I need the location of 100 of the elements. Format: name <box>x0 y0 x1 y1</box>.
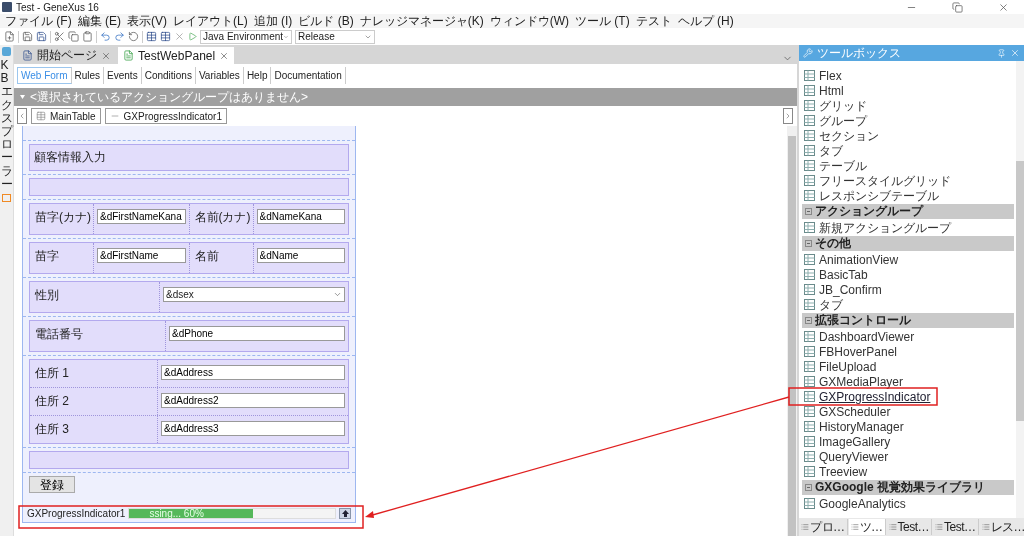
toolbox-item[interactable]: FBHoverPanel <box>802 344 1014 359</box>
scroll-left-button[interactable] <box>17 108 27 124</box>
scroll-right-button[interactable] <box>783 108 793 124</box>
close-icon[interactable] <box>101 50 111 61</box>
toolbox-item[interactable]: JB_Confirm <box>802 282 1014 297</box>
menu-item[interactable]: テスト <box>635 14 672 28</box>
text-field[interactable]: &dAddress3 <box>161 421 345 436</box>
save-icon[interactable] <box>22 31 33 42</box>
control-icon <box>804 406 815 417</box>
panel-icon[interactable] <box>2 193 11 202</box>
submit-button[interactable]: 登録 <box>29 476 75 493</box>
text-field[interactable]: &dAddress <box>161 365 345 380</box>
toolbox-item[interactable]: フリースタイルグリッド <box>802 173 1014 188</box>
menu-item[interactable]: ウィンドウ(W) <box>489 14 569 28</box>
control-icon <box>804 85 815 96</box>
toolbox-item[interactable]: HistoryManager <box>802 419 1014 434</box>
environment-dropdown[interactable]: Java Environment <box>200 29 292 44</box>
menu-item[interactable]: レイアウト(L) <box>173 14 248 28</box>
new-file-icon[interactable] <box>4 31 15 42</box>
toolbox-item[interactable]: GXMediaPlayer <box>802 374 1014 389</box>
toolbox-item[interactable]: BasicTab <box>802 267 1014 282</box>
chevron-right-icon[interactable] <box>784 112 792 120</box>
editor-tab[interactable]: Documentation <box>271 66 346 84</box>
cut-icon[interactable] <box>54 31 65 42</box>
menu-item[interactable]: 表示(V) <box>127 14 167 28</box>
toolbox-section[interactable]: GXGoogle 視覚効果ライブラリ <box>802 480 1014 495</box>
breadcrumb-item[interactable]: MainTable <box>31 108 101 124</box>
field-label: 住所 3 <box>30 416 158 443</box>
control-icon <box>804 361 815 372</box>
toolbox-item[interactable]: グリッド <box>802 98 1014 113</box>
toolbox-item[interactable]: グループ <box>802 113 1014 128</box>
dropdown-field[interactable]: &dsex <box>163 287 345 302</box>
menu-item[interactable]: ナレッジマネージャ(K) <box>359 14 484 28</box>
editor-tab[interactable]: Variables <box>195 66 244 84</box>
upload-button[interactable] <box>339 508 351 519</box>
undo-icon[interactable] <box>100 31 111 42</box>
toolbox-section[interactable]: アクショングループ <box>802 204 1014 219</box>
toolbox-item[interactable]: ImageGallery <box>802 434 1014 449</box>
toolbox-item[interactable]: 新規アクショングループ <box>802 220 1014 235</box>
toolbox-item[interactable]: GXProgressIndicator <box>802 389 1014 404</box>
menu-item[interactable]: 追加 (I) <box>253 14 293 28</box>
panel-tab[interactable]: レス… <box>979 519 1024 535</box>
menu-item[interactable]: 編集 (E) <box>77 14 121 28</box>
restore-icon[interactable] <box>951 1 963 13</box>
toolbox-item[interactable]: GoogleAnalytics <box>802 496 1014 511</box>
toolbox-item[interactable]: GXScheduler <box>802 404 1014 419</box>
save-icon[interactable] <box>36 31 47 42</box>
toolbox-item[interactable]: レスポンシブテーブル <box>802 188 1014 203</box>
table-icon[interactable] <box>146 31 157 42</box>
toolbox-item[interactable]: タブ <box>802 297 1014 312</box>
toolbox-item[interactable]: FileUpload <box>802 359 1014 374</box>
copy-icon[interactable] <box>68 31 79 42</box>
toolbox-item[interactable]: タブ <box>802 143 1014 158</box>
panel-tab[interactable]: プロ… <box>799 519 848 535</box>
toolbox-section[interactable]: 拡張コントロール <box>802 313 1014 328</box>
configuration-dropdown[interactable]: Release <box>295 29 375 44</box>
close-icon[interactable] <box>1010 48 1020 58</box>
list-icon <box>935 523 943 531</box>
panel-tab[interactable]: Test… <box>933 519 979 535</box>
text-field[interactable]: &dAddress2 <box>161 393 345 408</box>
toolbox-item[interactable]: Flex <box>802 68 1014 83</box>
refresh-icon[interactable] <box>128 31 139 42</box>
table-icon[interactable] <box>160 31 171 42</box>
text-field[interactable]: &dPhone <box>169 326 345 341</box>
chevron-left-icon[interactable] <box>18 112 26 120</box>
text-field[interactable]: &dNameKana <box>256 209 345 224</box>
toolbox-item[interactable]: Html <box>802 83 1014 98</box>
toolbox-item[interactable]: テーブル <box>802 158 1014 173</box>
close-icon[interactable] <box>219 50 230 61</box>
cube-icon[interactable] <box>2 47 11 56</box>
text-field[interactable]: &dFirstNameKana <box>97 209 186 224</box>
toolbox-item[interactable]: QueryViewer <box>802 449 1014 464</box>
toolbox-item[interactable]: Treeview <box>802 464 1014 479</box>
breadcrumb-item[interactable]: GXProgressIndicator1 <box>104 108 227 124</box>
document-tab[interactable]: TestWebPanel <box>118 47 235 64</box>
chevron-down-icon[interactable] <box>333 290 342 299</box>
toolbox-item[interactable]: AnimationView <box>802 252 1014 267</box>
editor-tab[interactable]: Rules <box>71 66 105 84</box>
redo-icon[interactable] <box>114 31 125 42</box>
close-icon[interactable] <box>997 1 1009 13</box>
toolbox-section[interactable]: その他 <box>802 236 1014 251</box>
menu-item[interactable]: ビルド (B) <box>298 14 354 28</box>
caret-icon[interactable] <box>20 95 25 99</box>
menu-item[interactable]: ツール (T) <box>575 14 630 28</box>
paste-icon[interactable] <box>82 31 93 42</box>
toolbox-item[interactable]: セクション <box>802 128 1014 143</box>
run-icon[interactable] <box>188 32 197 41</box>
field-label: 苗字(カナ) <box>30 204 94 234</box>
editor-tab[interactable]: Events <box>104 66 142 84</box>
toolbox-item[interactable]: DashboardViewer <box>802 329 1014 344</box>
menu-item[interactable]: ファイル (F) <box>5 14 72 28</box>
pin-icon[interactable] <box>997 48 1006 58</box>
editor-tab[interactable]: Web Form <box>17 66 72 84</box>
text-field[interactable]: &dFirstName <box>97 248 186 263</box>
panel-tab[interactable]: ツ… <box>848 519 886 535</box>
text-field[interactable]: &dName <box>256 248 345 263</box>
menu-item[interactable]: ヘルプ (H) <box>677 14 734 28</box>
editor-tab[interactable]: Help <box>243 66 272 84</box>
panel-tab[interactable]: Test… <box>886 519 932 535</box>
editor-tab[interactable]: Conditions <box>141 66 196 84</box>
